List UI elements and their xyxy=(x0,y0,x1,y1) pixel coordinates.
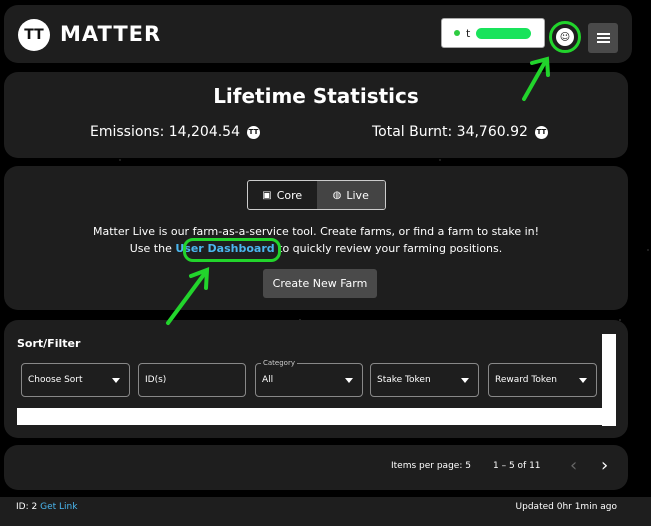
arrow-to-avatar xyxy=(522,60,547,101)
arrow-to-dashboard xyxy=(166,271,207,325)
annotation-arrows xyxy=(166,56,550,325)
